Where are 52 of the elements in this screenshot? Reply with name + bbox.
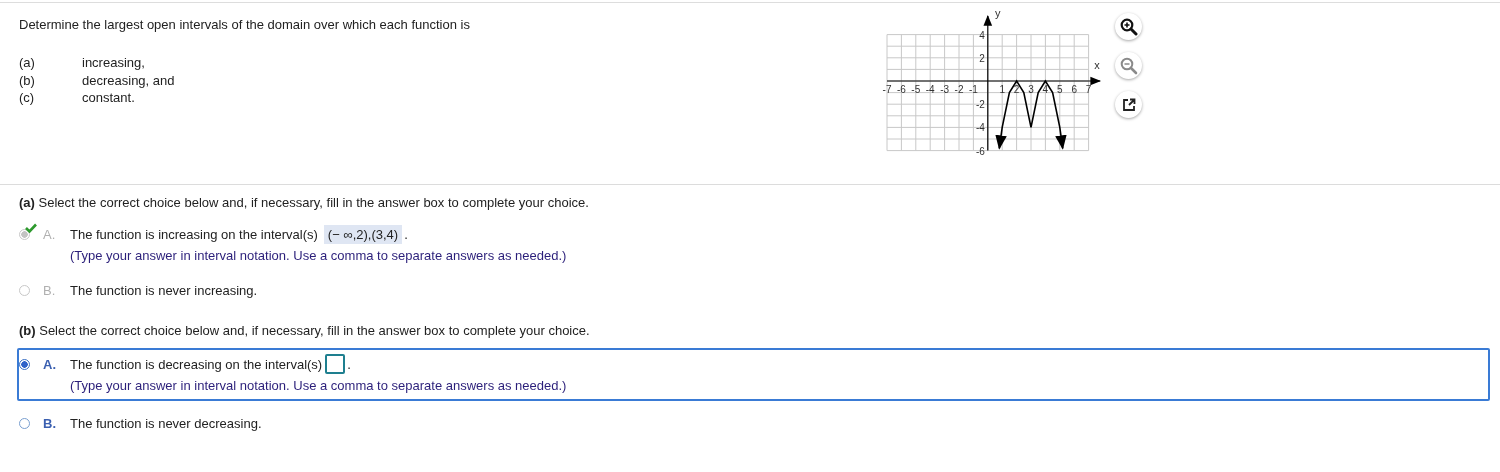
answer-box[interactable] [325,354,346,374]
tick-label: -2 [975,99,985,111]
radio-button[interactable] [19,228,30,240]
item-label: (b) [19,71,36,89]
tick-label: 4 [1042,84,1049,95]
hint-text: (Type your answer in interval notation. Use a comma to separate answers as needed.) [69,247,568,265]
choice-letter: B. [42,415,57,431]
choice-letter: B. [42,282,57,298]
tick-label: -1 [968,84,978,95]
hint-text: (Type your answer in interval notation. Use a comma to separate answers as needed.) [69,377,568,395]
radio-button[interactable] [19,417,30,429]
tick-label: 1 [999,84,1005,95]
axis-label: y [995,7,1001,20]
period: . [404,226,408,242]
answer-value: (− ∞,2),(3,4) [323,224,403,244]
tick-label: -3 [940,84,950,95]
zoom-in-icon[interactable] [1115,13,1142,40]
radio-button[interactable] [19,284,30,296]
item-text: increasing, [82,54,145,72]
tick-label: -6 [975,145,985,157]
tick-label: 2 [979,52,985,64]
choice-text: The function is never increasing. [70,282,258,298]
choice-letter: A. [42,226,57,242]
tick-label: -7 [882,84,892,95]
instruction-text: (a) Select the correct choice below and, if necessary, fill in the answer box to complete your choice. [19,194,590,212]
function-curve [995,79,1067,150]
item-text: decreasing, and [82,71,175,89]
item-label: (c) [19,89,36,107]
zoom-out-icon[interactable] [1115,52,1142,79]
popout-icon[interactable] [1115,91,1142,118]
question-prompt: Determine the largest open intervals of the domain over which each function is [19,17,471,33]
item-text: constant. [82,89,135,107]
tick-label: 6 [1071,84,1077,95]
period: . [347,356,351,372]
choice-text: The function is decreasing on the interval(s) [70,356,323,372]
choice-text: The function is increasing on the interval(s) [70,226,318,242]
tick-label: -6 [896,84,906,95]
tick-label: 3 [1028,84,1034,95]
tick-label: -2 [954,84,964,95]
choice-text: The function is never decreasing. [70,415,262,431]
tick-label: -4 [925,84,935,95]
choice-letter: A. [42,356,57,372]
tick-label: -4 [975,122,985,134]
tick-label: 4 [979,29,985,41]
tick-label: 7 [1085,84,1092,95]
tick-label: -5 [911,84,921,95]
radio-button[interactable] [19,358,30,370]
instruction-text: (b) Select the correct choice below and, if necessary, fill in the answer box to complete your choice. [19,322,591,340]
tick-label: 2 [1013,84,1020,95]
axis-label: x [1094,59,1100,72]
item-label: (a) [19,54,36,72]
tick-label: 5 [1057,84,1063,95]
